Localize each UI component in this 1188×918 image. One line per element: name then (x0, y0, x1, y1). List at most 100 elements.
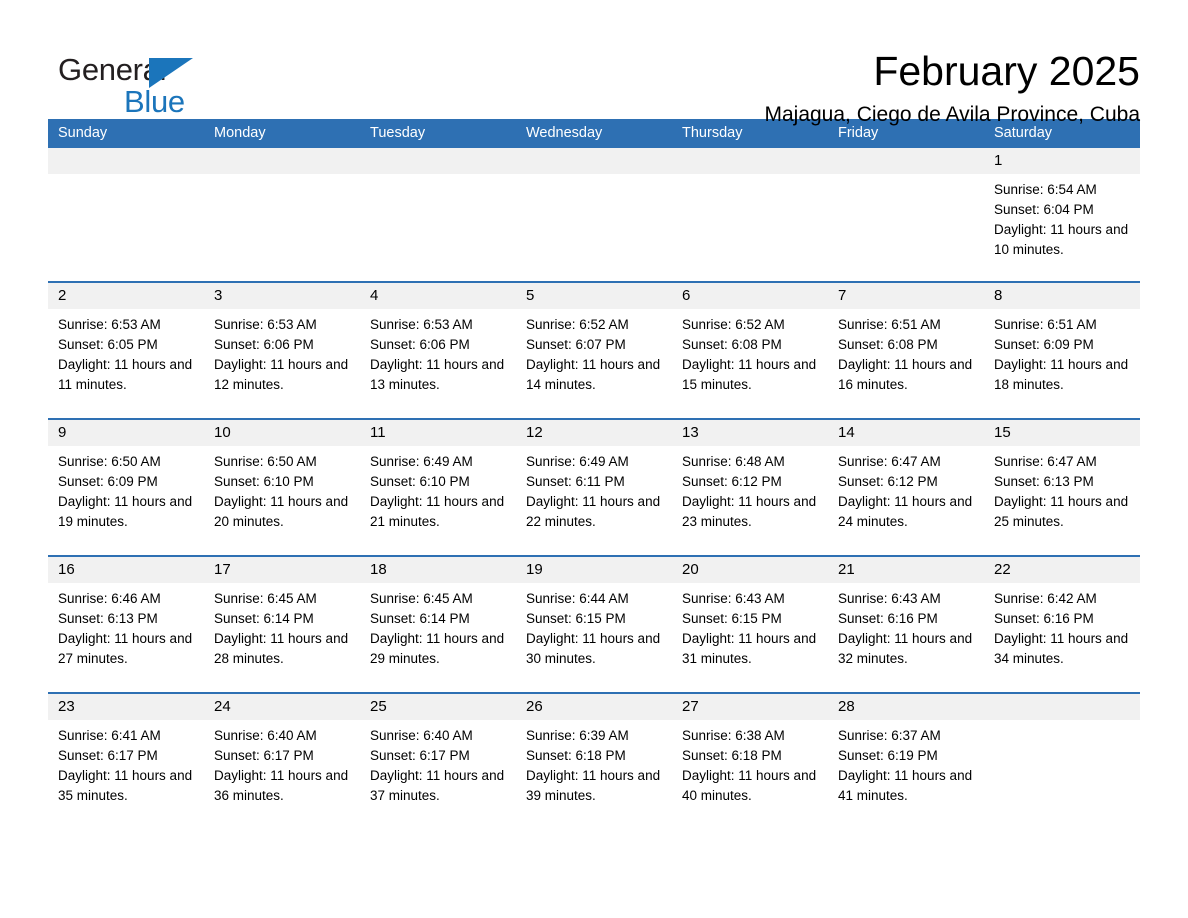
day-number-band: 12 (516, 420, 672, 446)
daylight-text: Daylight: 11 hours and 14 minutes. (526, 357, 661, 392)
day-cell[interactable]: 10 Sunrise: 6:50 AM Sunset: 6:10 PM Dayligh… (204, 420, 360, 555)
sunrise-text: Sunrise: 6:53 AM (214, 317, 317, 332)
logo-text-blue: Blue (124, 84, 185, 119)
day-cell-empty (48, 148, 204, 281)
day-cell[interactable]: 24 Sunrise: 6:40 AM Sunset: 6:17 PM Dayligh… (204, 694, 360, 829)
day-number-band: 14 (828, 420, 984, 446)
sunrise-text: Sunrise: 6:40 AM (370, 728, 473, 743)
day-cell[interactable]: 27 Sunrise: 6:38 AM Sunset: 6:18 PM Dayligh… (672, 694, 828, 829)
day-cell[interactable]: 21 Sunrise: 6:43 AM Sunset: 6:16 PM Dayligh… (828, 557, 984, 692)
day-details: Sunrise: 6:54 AM Sunset: 6:04 PM Daylight:… (984, 174, 1140, 260)
day-cell[interactable]: 13 Sunrise: 6:48 AM Sunset: 6:12 PM Dayligh… (672, 420, 828, 555)
weekday-header-row: Sunday Monday Tuesday Wednesday Thursday Frid… (48, 119, 1140, 148)
sunrise-text: Sunrise: 6:51 AM (838, 317, 941, 332)
daylight-text: Daylight: 11 hours and 20 minutes. (214, 494, 349, 529)
day-cell[interactable]: 18 Sunrise: 6:45 AM Sunset: 6:14 PM Dayligh… (360, 557, 516, 692)
sunset-text: Sunset: 6:15 PM (526, 611, 626, 626)
sunset-text: Sunset: 6:12 PM (838, 474, 938, 489)
daylight-text: Daylight: 11 hours and 23 minutes. (682, 494, 817, 529)
title-block: February 2025 Majagua, Ciego de Avila Pr… (238, 44, 1140, 130)
day-number-band: 6 (672, 283, 828, 309)
day-details: Sunrise: 6:51 AM Sunset: 6:08 PM Daylight:… (828, 309, 984, 395)
day-details: Sunrise: 6:40 AM Sunset: 6:17 PM Daylight:… (360, 720, 516, 806)
day-cell[interactable]: 26 Sunrise: 6:39 AM Sunset: 6:18 PM Dayligh… (516, 694, 672, 829)
sunset-text: Sunset: 6:14 PM (214, 611, 314, 626)
day-number-band: 26 (516, 694, 672, 720)
calendar-week-row: 9 Sunrise: 6:50 AM Sunset: 6:09 PM Daylight… (48, 418, 1140, 555)
calendar-weeks: 1 Sunrise: 6:54 AM Sunset: 6:04 PM Daylight… (48, 148, 1140, 829)
sunrise-text: Sunrise: 6:50 AM (214, 454, 317, 469)
day-cell[interactable]: 11 Sunrise: 6:49 AM Sunset: 6:10 PM Dayligh… (360, 420, 516, 555)
day-number-band: 10 (204, 420, 360, 446)
day-cell[interactable]: 16 Sunrise: 6:46 AM Sunset: 6:13 PM Dayligh… (48, 557, 204, 692)
sunrise-text: Sunrise: 6:53 AM (58, 317, 161, 332)
daylight-text: Daylight: 11 hours and 22 minutes. (526, 494, 661, 529)
day-details: Sunrise: 6:42 AM Sunset: 6:16 PM Daylight:… (984, 583, 1140, 669)
day-cell[interactable]: 20 Sunrise: 6:43 AM Sunset: 6:15 PM Dayligh… (672, 557, 828, 692)
day-cell[interactable]: 25 Sunrise: 6:40 AM Sunset: 6:17 PM Dayligh… (360, 694, 516, 829)
weekday-header-wednesday: Wednesday (526, 125, 603, 141)
weekday-header-monday: Monday (214, 125, 266, 141)
day-number: 2 (58, 287, 67, 304)
sunrise-text: Sunrise: 6:42 AM (994, 591, 1097, 606)
day-number-band: 13 (672, 420, 828, 446)
day-number: 22 (994, 561, 1011, 578)
day-cell[interactable]: 3 Sunrise: 6:53 AM Sunset: 6:06 PM Daylight… (204, 283, 360, 418)
day-cell[interactable]: 9 Sunrise: 6:50 AM Sunset: 6:09 PM Daylight… (48, 420, 204, 555)
sunrise-text: Sunrise: 6:43 AM (838, 591, 941, 606)
day-details: Sunrise: 6:53 AM Sunset: 6:05 PM Daylight:… (48, 309, 204, 395)
daylight-text: Daylight: 11 hours and 36 minutes. (214, 768, 349, 803)
day-number: 4 (370, 287, 379, 304)
day-cell[interactable]: 28 Sunrise: 6:37 AM Sunset: 6:19 PM Dayligh… (828, 694, 984, 829)
day-number-band: 17 (204, 557, 360, 583)
day-cell[interactable]: 14 Sunrise: 6:47 AM Sunset: 6:12 PM Dayligh… (828, 420, 984, 555)
day-cell[interactable]: 19 Sunrise: 6:44 AM Sunset: 6:15 PM Dayligh… (516, 557, 672, 692)
day-cell[interactable]: 12 Sunrise: 6:49 AM Sunset: 6:11 PM Dayligh… (516, 420, 672, 555)
day-details: Sunrise: 6:50 AM Sunset: 6:09 PM Daylight:… (48, 446, 204, 532)
day-cell[interactable]: 2 Sunrise: 6:53 AM Sunset: 6:05 PM Daylight… (48, 283, 204, 418)
sunset-text: Sunset: 6:18 PM (682, 748, 782, 763)
daylight-text: Daylight: 11 hours and 19 minutes. (58, 494, 193, 529)
weekday-header-friday: Friday (838, 125, 879, 141)
day-number-band: 9 (48, 420, 204, 446)
sunrise-text: Sunrise: 6:54 AM (994, 182, 1097, 197)
day-details: Sunrise: 6:44 AM Sunset: 6:15 PM Daylight:… (516, 583, 672, 669)
day-number-band (204, 148, 360, 174)
day-cell[interactable]: 15 Sunrise: 6:47 AM Sunset: 6:13 PM Dayligh… (984, 420, 1140, 555)
sunset-text: Sunset: 6:09 PM (58, 474, 158, 489)
day-cell[interactable]: 7 Sunrise: 6:51 AM Sunset: 6:08 PM Daylight… (828, 283, 984, 418)
calendar-week-row: 23 Sunrise: 6:41 AM Sunset: 6:17 PM Dayligh… (48, 692, 1140, 829)
day-cell[interactable]: 1 Sunrise: 6:54 AM Sunset: 6:04 PM Daylight… (984, 148, 1140, 281)
day-details: Sunrise: 6:46 AM Sunset: 6:13 PM Daylight:… (48, 583, 204, 669)
sunset-text: Sunset: 6:13 PM (58, 611, 158, 626)
day-number: 27 (682, 698, 699, 715)
day-cell[interactable]: 5 Sunrise: 6:52 AM Sunset: 6:07 PM Daylight… (516, 283, 672, 418)
sunset-text: Sunset: 6:12 PM (682, 474, 782, 489)
day-cell[interactable]: 6 Sunrise: 6:52 AM Sunset: 6:08 PM Daylight… (672, 283, 828, 418)
day-number: 23 (58, 698, 75, 715)
day-details: Sunrise: 6:43 AM Sunset: 6:16 PM Daylight:… (828, 583, 984, 669)
sunset-text: Sunset: 6:16 PM (838, 611, 938, 626)
day-number-band (516, 148, 672, 174)
day-cell[interactable]: 8 Sunrise: 6:51 AM Sunset: 6:09 PM Daylight… (984, 283, 1140, 418)
day-number-band: 2 (48, 283, 204, 309)
day-cell-empty (204, 148, 360, 281)
day-number: 9 (58, 424, 67, 441)
sunset-text: Sunset: 6:13 PM (994, 474, 1094, 489)
day-cell[interactable]: 23 Sunrise: 6:41 AM Sunset: 6:17 PM Dayligh… (48, 694, 204, 829)
day-number: 26 (526, 698, 543, 715)
day-cell[interactable]: 4 Sunrise: 6:53 AM Sunset: 6:06 PM Daylight… (360, 283, 516, 418)
daylight-text: Daylight: 11 hours and 39 minutes. (526, 768, 661, 803)
sunrise-text: Sunrise: 6:40 AM (214, 728, 317, 743)
day-number: 12 (526, 424, 543, 441)
day-cell[interactable]: 17 Sunrise: 6:45 AM Sunset: 6:14 PM Dayligh… (204, 557, 360, 692)
day-details: Sunrise: 6:50 AM Sunset: 6:10 PM Daylight:… (204, 446, 360, 532)
daylight-text: Daylight: 11 hours and 29 minutes. (370, 631, 505, 666)
daylight-text: Daylight: 11 hours and 18 minutes. (994, 357, 1129, 392)
general-blue-logo[interactable]: General Blue (48, 44, 238, 120)
day-details: Sunrise: 6:39 AM Sunset: 6:18 PM Daylight:… (516, 720, 672, 806)
day-number: 18 (370, 561, 387, 578)
sunrise-text: Sunrise: 6:37 AM (838, 728, 941, 743)
day-cell[interactable]: 22 Sunrise: 6:42 AM Sunset: 6:16 PM Dayligh… (984, 557, 1140, 692)
page-header: General Blue February 2025 Majagua, Cieg… (48, 0, 1140, 126)
